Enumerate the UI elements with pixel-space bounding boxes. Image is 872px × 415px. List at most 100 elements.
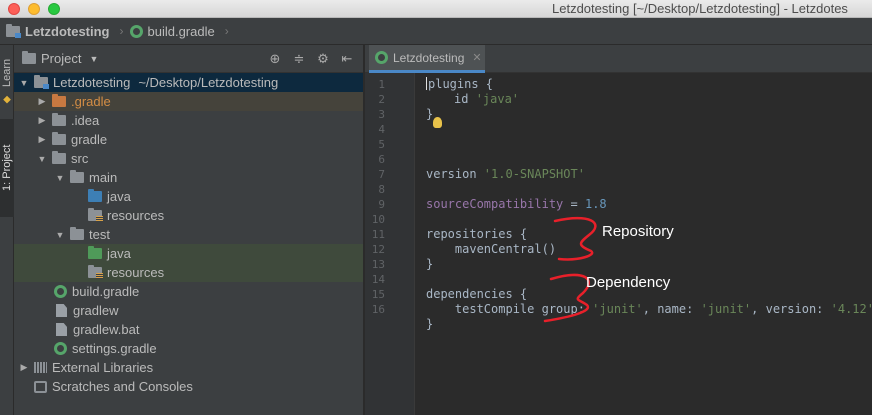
code-editor[interactable]: 1 2 3 4 5 6 7 8 9 10 11 12 13 14 15 16 p… xyxy=(365,73,872,415)
expand-arrow-icon[interactable]: ▼ xyxy=(54,230,66,240)
tree-item-src[interactable]: ▼ src xyxy=(14,149,363,168)
project-folder-icon xyxy=(34,75,49,89)
repository-bracket-mark xyxy=(553,216,597,261)
tree-item-main-resources[interactable]: resources xyxy=(14,206,363,225)
breadcrumb-separator-icon: › xyxy=(224,24,229,38)
tree-item-gradle[interactable]: ▶ gradle xyxy=(14,130,363,149)
maximize-window-button[interactable] xyxy=(48,3,60,15)
tree-item-external-libraries[interactable]: ▶ External Libraries xyxy=(14,358,363,377)
tree-item-gradlew[interactable]: gradlew xyxy=(14,301,363,320)
line-number: 6 xyxy=(378,153,385,166)
line-number: 4 xyxy=(378,123,385,136)
tree-item-gradlew-bat[interactable]: gradlew.bat xyxy=(14,320,363,339)
left-tool-strip: Learn ◆ 1: Project xyxy=(0,45,14,415)
collapse-arrow-icon[interactable]: ▶ xyxy=(36,134,48,145)
chevron-down-icon: ▼ xyxy=(89,53,99,64)
breadcrumb-separator-icon: › xyxy=(119,24,124,38)
source-folder-icon xyxy=(88,189,102,202)
folder-icon xyxy=(52,151,66,164)
folder-icon xyxy=(52,113,66,126)
tree-item-test[interactable]: ▼ test xyxy=(14,225,363,244)
folder-icon xyxy=(70,227,84,240)
line-number: 9 xyxy=(378,198,385,211)
line-number: 11 xyxy=(371,228,385,241)
window-title: Letzdotesting [~/Desktop/Letzdotesting] … xyxy=(552,1,848,16)
code-line: testCompile group: 'junit', name: 'junit… xyxy=(426,302,872,316)
tree-item-scratches[interactable]: Scratches and Consoles xyxy=(14,377,363,396)
line-number: 7 xyxy=(378,168,385,181)
project-panel: Project ▼ ⊕ ≑ ⚙ ⇤ ▼ Letzdotesting ~/Desk… xyxy=(14,45,364,415)
breadcrumb-file[interactable]: build.gradle xyxy=(129,24,215,39)
gradle-file-icon xyxy=(54,285,67,298)
code-line: version '1.0-SNAPSHOT' xyxy=(426,167,585,181)
expand-arrow-icon[interactable]: ▼ xyxy=(36,154,48,164)
collapse-arrow-icon[interactable]: ▶ xyxy=(36,96,48,107)
learn-icon: ◆ xyxy=(1,94,13,106)
folder-icon xyxy=(52,132,66,145)
folder-icon xyxy=(70,170,84,183)
line-number: 12 xyxy=(371,243,385,256)
code-line: mavenCentral() xyxy=(426,242,557,256)
breadcrumb-project[interactable]: Letzdotesting xyxy=(6,23,110,39)
code-line: sourceCompatibility = 1.8 xyxy=(426,197,607,211)
code-line: } xyxy=(426,257,434,271)
expand-arrow-icon[interactable]: ▼ xyxy=(54,173,66,183)
gradle-file-icon xyxy=(129,24,143,38)
text-cursor xyxy=(426,77,427,90)
project-panel-header: Project ▼ ⊕ ≑ ⚙ ⇤ xyxy=(14,45,363,73)
expand-arrow-icon[interactable]: ▼ xyxy=(18,78,30,88)
tree-item-main[interactable]: ▼ main xyxy=(14,168,363,187)
hide-panel-icon[interactable]: ⇤ xyxy=(339,51,355,67)
scratches-icon xyxy=(34,380,47,393)
editor-tab-build-gradle[interactable]: Letzdotesting ✕ xyxy=(369,45,485,73)
code-line: id 'java' xyxy=(454,92,520,106)
tree-item-dot-gradle[interactable]: ▶ .gradle xyxy=(14,92,363,111)
project-tool-tab[interactable]: 1: Project xyxy=(0,119,14,217)
library-icon xyxy=(34,362,47,373)
tree-item-test-resources[interactable]: resources xyxy=(14,263,363,282)
learn-tool-tab[interactable]: Learn xyxy=(0,53,14,93)
file-icon xyxy=(56,304,67,317)
code-line: dependencies { xyxy=(426,287,528,301)
line-number: 16 xyxy=(371,303,385,316)
tree-item-settings-gradle[interactable]: settings.gradle xyxy=(14,339,363,358)
test-source-folder-icon xyxy=(88,246,102,259)
editor-tab-bar: Letzdotesting ✕ xyxy=(365,45,872,73)
gradle-file-icon xyxy=(375,51,388,64)
editor: Letzdotesting ✕ 1 2 3 4 5 6 7 8 9 10 11 … xyxy=(365,45,872,415)
tree-item-root[interactable]: ▼ Letzdotesting ~/Desktop/Letzdotesting xyxy=(14,73,363,92)
line-number: 2 xyxy=(378,93,385,106)
close-tab-icon[interactable]: ✕ xyxy=(472,51,481,64)
locate-file-icon[interactable]: ⊕ xyxy=(267,51,283,67)
project-view-selector[interactable]: Project ▼ xyxy=(22,51,98,66)
line-number: 14 xyxy=(371,273,385,286)
minimize-window-button[interactable] xyxy=(28,3,40,15)
collapse-arrow-icon[interactable]: ▶ xyxy=(36,115,48,126)
tree-item-main-java[interactable]: java xyxy=(14,187,363,206)
line-number: 10 xyxy=(371,213,385,226)
tree-item-build-gradle[interactable]: build.gradle xyxy=(14,282,363,301)
code-line: } xyxy=(426,317,434,331)
code-line: repositories { xyxy=(426,227,528,241)
code-line: } xyxy=(426,107,434,121)
line-number: 13 xyxy=(371,258,385,271)
repository-annotation: Repository xyxy=(602,223,674,240)
close-window-button[interactable] xyxy=(8,3,20,15)
line-number: 1 xyxy=(378,78,385,91)
settings-gear-icon[interactable]: ⚙ xyxy=(315,51,331,67)
project-tree: ▼ Letzdotesting ~/Desktop/Letzdotesting … xyxy=(14,73,363,396)
resources-folder-icon xyxy=(88,208,103,222)
project-folder-icon xyxy=(6,23,21,38)
tree-item-idea[interactable]: ▶ .idea xyxy=(14,111,363,130)
line-number: 8 xyxy=(378,183,385,196)
tree-item-test-java[interactable]: java xyxy=(14,244,363,263)
navigation-bar: Letzdotesting › build.gradle › xyxy=(0,18,872,45)
code-line: plugins { xyxy=(426,77,494,91)
lightbulb-icon[interactable] xyxy=(433,117,442,128)
test-resources-folder-icon xyxy=(88,265,103,279)
dependency-annotation: Dependency xyxy=(586,274,671,291)
gradle-file-icon xyxy=(54,342,67,355)
collapse-arrow-icon[interactable]: ▶ xyxy=(18,362,30,373)
title-bar: Letzdotesting [~/Desktop/Letzdotesting] … xyxy=(0,0,872,18)
collapse-all-icon[interactable]: ≑ xyxy=(291,51,307,67)
